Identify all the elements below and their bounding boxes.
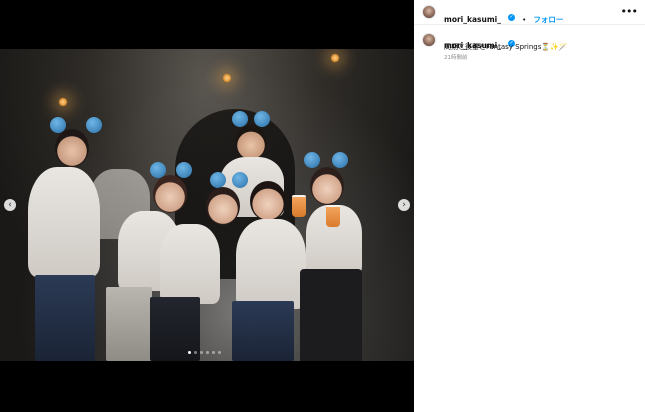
photo-person xyxy=(300,269,362,361)
photo-person xyxy=(236,219,306,309)
photo-lamp xyxy=(58,97,68,107)
carousel-prev-button[interactable]: ‹ xyxy=(4,199,16,211)
photo-ears xyxy=(304,152,348,168)
photo-person xyxy=(160,224,220,304)
carousel-dot xyxy=(200,351,203,354)
post-header-meta: mori_kasumi_ ✓ • フォロー xyxy=(444,7,563,26)
post-photo[interactable] xyxy=(0,49,414,361)
photo-person xyxy=(206,187,240,225)
username-link[interactable]: mori_kasumi_ xyxy=(444,15,501,24)
photo-ears xyxy=(210,172,248,188)
photo-person xyxy=(250,181,286,221)
photo-person xyxy=(235,125,267,159)
photo-person xyxy=(35,275,95,361)
chevron-left-icon: ‹ xyxy=(8,200,12,210)
photo-person xyxy=(232,301,294,361)
chevron-right-icon: › xyxy=(402,200,406,210)
separator-dot: • xyxy=(522,16,527,24)
post-timestamp[interactable]: 21時間前 xyxy=(444,53,468,61)
carousel-dot xyxy=(188,351,191,354)
photo-person xyxy=(55,129,89,167)
follow-button[interactable]: フォロー xyxy=(533,15,563,24)
carousel-dot xyxy=(194,351,197,354)
photo-person xyxy=(310,167,344,205)
photo-drink-cup xyxy=(326,205,340,227)
photo-person xyxy=(28,167,100,277)
more-options-icon[interactable]: ••• xyxy=(621,5,638,18)
post-header: mori_kasumi_ ✓ • フォロー ••• xyxy=(414,0,645,25)
carousel-dot xyxy=(206,351,209,354)
carousel-dot xyxy=(212,351,215,354)
caption-text: 同期と後輩とFantasy Springs⏳✨🪄 xyxy=(444,43,568,51)
post-media: ‹ › xyxy=(0,0,414,412)
photo-person xyxy=(153,175,187,213)
carousel-next-button[interactable]: › xyxy=(398,199,410,211)
post-sidebar: mori_kasumi_ ✓ • フォロー ••• mori_kasumi_ ✓… xyxy=(414,0,645,412)
photo-drink-cup xyxy=(292,195,306,217)
photo-lamp xyxy=(222,73,232,83)
carousel-indicator xyxy=(188,351,221,354)
carousel-dot xyxy=(218,351,221,354)
avatar[interactable] xyxy=(422,33,436,47)
photo-person xyxy=(106,287,152,361)
verified-badge-icon: ✓ xyxy=(508,14,516,21)
photo-lamp xyxy=(330,53,340,63)
avatar[interactable] xyxy=(422,5,436,19)
